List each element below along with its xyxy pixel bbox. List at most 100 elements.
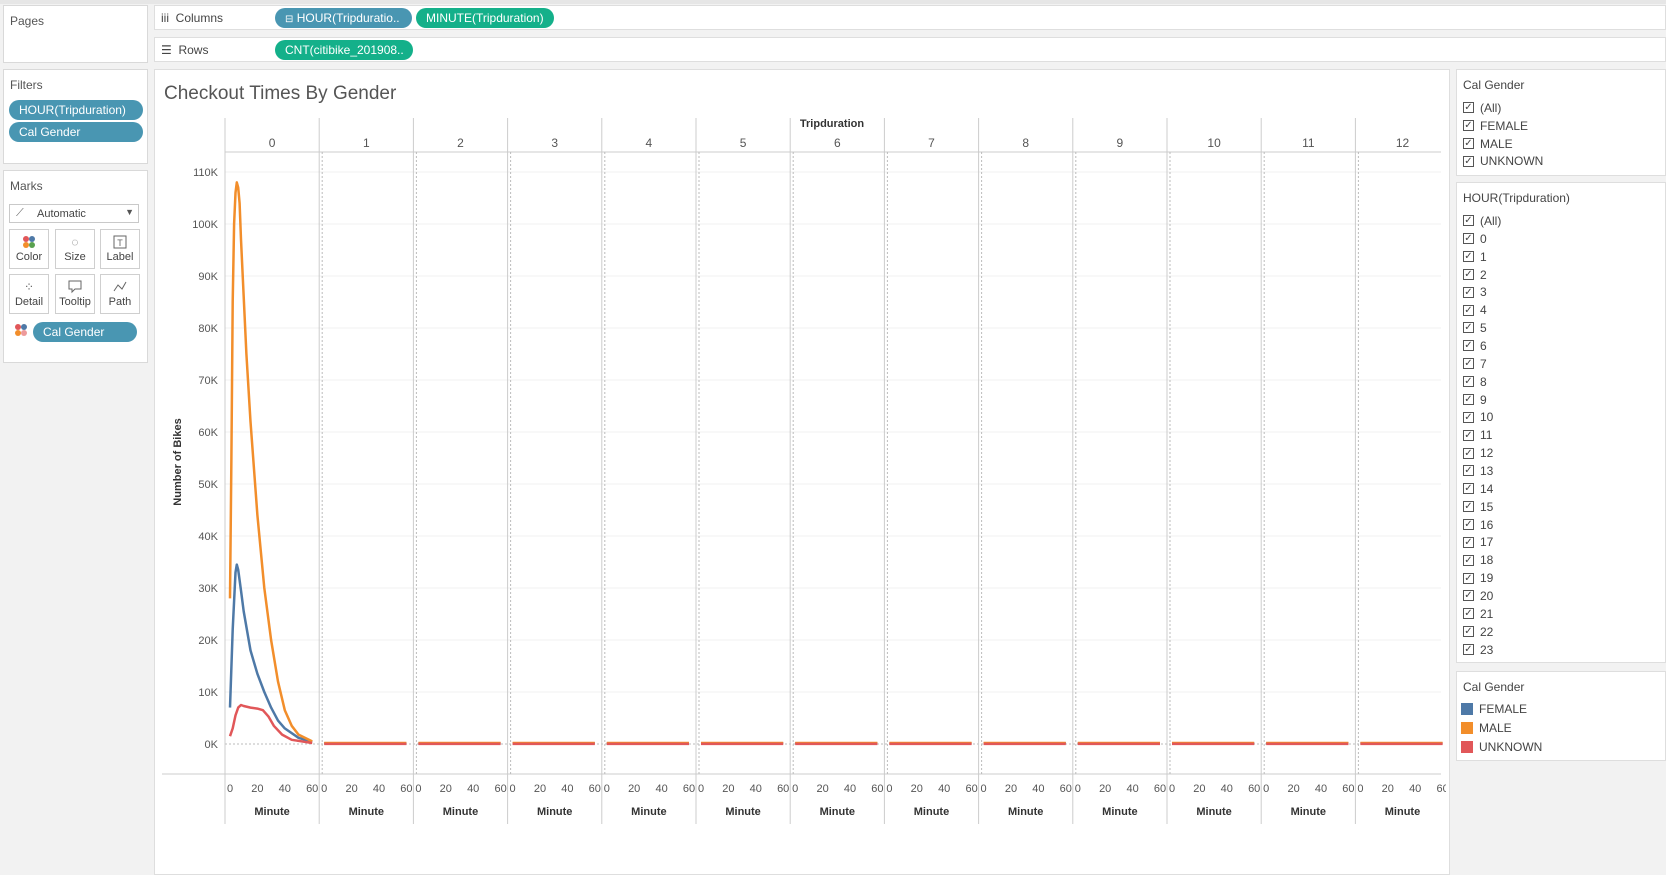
filter-pill-gender[interactable]: Cal Gender (9, 122, 143, 142)
mark-type-dropdown[interactable]: ⟋ Automatic ▼ (9, 204, 139, 223)
hour-filter-item-label: 6 (1480, 339, 1487, 354)
tooltip-label: Tooltip (59, 296, 91, 308)
hour-filter-item[interactable]: ✓ 0 (1463, 232, 1487, 248)
panel-header-label: 10 (1207, 136, 1221, 150)
x-tick-label: 40 (467, 783, 479, 795)
detail-button[interactable]: ⁘ Detail (9, 274, 49, 314)
checkbox-checked-icon[interactable]: ✓ (1463, 233, 1474, 245)
hour-filter-item[interactable]: ✓ 17 (1463, 535, 1493, 551)
hour-filter-item[interactable]: ✓ 1 (1463, 250, 1487, 266)
line-chart[interactable]: TripdurationNumber of Bikes0K10K20K30K40… (156, 112, 1446, 872)
checkbox-checked-icon[interactable]: ✓ (1463, 120, 1474, 132)
hour-filter-item[interactable]: ✓ 10 (1463, 410, 1493, 426)
checkbox-checked-icon[interactable]: ✓ (1463, 102, 1474, 114)
y-tick-label: 0K (205, 739, 219, 751)
hour-filter-item[interactable]: ✓ 9 (1463, 393, 1487, 409)
panel-header-label: 12 (1396, 136, 1410, 150)
chart-title: Checkout Times By Gender (164, 83, 397, 104)
legend-item[interactable]: MALE (1461, 721, 1512, 737)
gender-filter-item[interactable]: ✓ FEMALE (1463, 119, 1528, 135)
hour-filter-item[interactable]: ✓ 5 (1463, 321, 1487, 337)
x-tick-label: 20 (440, 783, 452, 795)
color-button[interactable]: Color (9, 229, 49, 269)
hour-filter-item-label: 18 (1480, 553, 1494, 568)
gender-filter-item[interactable]: ✓ MALE (1463, 137, 1513, 153)
label-button[interactable]: T Label (100, 229, 140, 269)
x-axis-title: Minute (349, 806, 384, 818)
gender-filter-item[interactable]: ✓ (All) (1463, 101, 1501, 117)
checkbox-checked-icon[interactable]: ✓ (1463, 536, 1474, 548)
hour-filter-item[interactable]: ✓ 23 (1463, 643, 1493, 659)
hour-filter-item[interactable]: ✓ 22 (1463, 625, 1493, 641)
hour-filter-item[interactable]: ✓ 20 (1463, 589, 1493, 605)
hour-filter-item[interactable]: ✓ 16 (1463, 518, 1493, 534)
filter-pill-hour[interactable]: HOUR(Tripduration) (9, 100, 143, 120)
marks-pill-gender[interactable]: Cal Gender (33, 322, 137, 342)
rows-pill-count[interactable]: CNT(citibike_201908.. (275, 40, 413, 60)
hour-filter-item[interactable]: ✓ 15 (1463, 500, 1493, 516)
hour-filter-item[interactable]: ✓ (All) (1463, 214, 1501, 230)
checkbox-checked-icon[interactable]: ✓ (1463, 608, 1474, 620)
hour-filter-item[interactable]: ✓ 21 (1463, 607, 1493, 623)
rows-label: Rows (178, 43, 209, 57)
mark-type-value: Automatic (37, 208, 86, 220)
checkbox-checked-icon[interactable]: ✓ (1463, 483, 1474, 495)
checkbox-checked-icon[interactable]: ✓ (1463, 501, 1474, 513)
pages-card[interactable]: Pages (3, 5, 148, 63)
hour-filter-item[interactable]: ✓ 8 (1463, 375, 1487, 391)
legend-title: Cal Gender (1463, 680, 1525, 694)
checkbox-checked-icon[interactable]: ✓ (1463, 626, 1474, 638)
x-tick-label: 0 (698, 783, 704, 795)
checkbox-checked-icon[interactable]: ✓ (1463, 393, 1474, 405)
x-tick-label: 20 (534, 783, 546, 795)
hour-filter-item[interactable]: ✓ 3 (1463, 285, 1487, 301)
checkbox-checked-icon[interactable]: ✓ (1463, 376, 1474, 388)
checkbox-checked-icon[interactable]: ✓ (1463, 358, 1474, 370)
checkbox-checked-icon[interactable]: ✓ (1463, 518, 1474, 530)
hour-filter-item[interactable]: ✓ 7 (1463, 357, 1487, 373)
columns-pill-minute[interactable]: MINUTE(Tripduration) (416, 8, 554, 28)
checkbox-checked-icon[interactable]: ✓ (1463, 411, 1474, 423)
hour-filter-item[interactable]: ✓ 6 (1463, 339, 1487, 355)
x-tick-label: 20 (1382, 783, 1394, 795)
tooltip-button[interactable]: Tooltip (55, 274, 95, 314)
checkbox-checked-icon[interactable]: ✓ (1463, 554, 1474, 566)
hour-filter-item[interactable]: ✓ 12 (1463, 446, 1493, 462)
hour-filter-item[interactable]: ✓ 14 (1463, 482, 1493, 498)
checkbox-checked-icon[interactable]: ✓ (1463, 340, 1474, 352)
x-tick-label: 0 (415, 783, 421, 795)
checkbox-checked-icon[interactable]: ✓ (1463, 590, 1474, 602)
column-header-title: Tripduration (800, 118, 864, 130)
hour-filter-item[interactable]: ✓ 13 (1463, 464, 1493, 480)
checkbox-checked-icon[interactable]: ✓ (1463, 572, 1474, 584)
hour-filter-item[interactable]: ✓ 11 (1463, 428, 1492, 444)
checkbox-checked-icon[interactable]: ✓ (1463, 155, 1474, 167)
legend-swatch (1461, 740, 1473, 753)
legend-item[interactable]: FEMALE (1461, 702, 1527, 718)
checkbox-checked-icon[interactable]: ✓ (1463, 465, 1474, 477)
checkbox-checked-icon[interactable]: ✓ (1463, 304, 1474, 316)
x-tick-label: 60 (306, 783, 318, 795)
x-tick-label: 0 (1075, 783, 1081, 795)
checkbox-checked-icon[interactable]: ✓ (1463, 429, 1474, 441)
checkbox-checked-icon[interactable]: ✓ (1463, 286, 1474, 298)
hour-filter-item[interactable]: ✓ 4 (1463, 303, 1487, 319)
hour-filter-item[interactable]: ✓ 2 (1463, 268, 1487, 284)
checkbox-checked-icon[interactable]: ✓ (1463, 643, 1474, 655)
color-label: Color (15, 251, 43, 263)
size-button[interactable]: ◌ Size (55, 229, 95, 269)
checkbox-checked-icon[interactable]: ✓ (1463, 268, 1474, 280)
checkbox-checked-icon[interactable]: ✓ (1463, 322, 1474, 334)
path-button[interactable]: Path (100, 274, 140, 314)
checkbox-checked-icon[interactable]: ✓ (1463, 251, 1474, 263)
checkbox-checked-icon[interactable]: ✓ (1463, 137, 1474, 149)
checkbox-checked-icon[interactable]: ✓ (1463, 447, 1474, 459)
checkbox-checked-icon[interactable]: ✓ (1463, 215, 1474, 227)
gender-filter-item[interactable]: ✓ UNKNOWN (1463, 154, 1543, 170)
panel-header-label: 6 (834, 136, 841, 150)
columns-pill-hour[interactable]: ⊟ HOUR(Tripduratio.. (275, 8, 412, 28)
hour-filter-item[interactable]: ✓ 19 (1463, 571, 1493, 587)
hour-filter-item[interactable]: ✓ 18 (1463, 553, 1493, 569)
hour-filter-item-label: 16 (1480, 517, 1494, 532)
legend-item[interactable]: UNKNOWN (1461, 740, 1542, 756)
